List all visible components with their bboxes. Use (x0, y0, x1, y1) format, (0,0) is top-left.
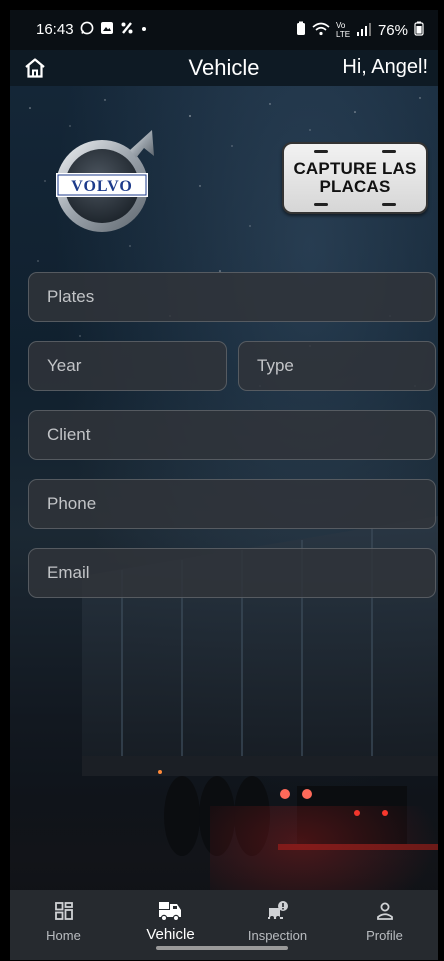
nav-item-profile[interactable]: Profile (331, 890, 438, 960)
gallery-icon (100, 21, 114, 38)
client-field[interactable] (28, 410, 436, 460)
phone-field[interactable] (28, 479, 436, 529)
nav-label-vehicle: Vehicle (146, 926, 195, 943)
status-bar: 16:43 Vo LTE 76% (10, 10, 438, 50)
year-field[interactable] (28, 341, 227, 391)
percent-icon (120, 21, 134, 38)
plate-bolt (382, 150, 396, 153)
nav-item-home[interactable]: Home (10, 890, 117, 960)
capture-plates-label: CAPTURE LAS PLACAS (293, 159, 417, 196)
volvo-logo: VOLVO (56, 130, 154, 232)
nav-label-home: Home (46, 928, 81, 943)
type-input[interactable] (255, 355, 419, 377)
plate-bolt (314, 203, 328, 206)
year-input[interactable] (45, 355, 210, 377)
person-icon (372, 898, 398, 924)
app-bar: Vehicle Hi, Angel! (10, 50, 438, 86)
status-left: 16:43 (36, 21, 148, 38)
battery-percent: 76% (377, 21, 408, 39)
plates-field[interactable] (28, 272, 436, 322)
plates-input[interactable] (45, 286, 419, 308)
wifi-icon (312, 22, 330, 39)
client-input[interactable] (45, 424, 419, 446)
plate-bolt (314, 150, 328, 153)
email-input[interactable] (45, 562, 419, 584)
capture-plates-button[interactable]: CAPTURE LAS PLACAS (282, 142, 428, 214)
dashboard-icon (51, 898, 77, 924)
type-field[interactable] (238, 341, 436, 391)
nav-label-profile: Profile (366, 928, 403, 943)
vehicle-icon (158, 898, 184, 924)
app-screen: 16:43 Vo LTE 76% Vehicle Hi, Angel! VOLV… (10, 10, 438, 960)
signal-icon (356, 22, 372, 39)
volvo-logo-text: VOLVO (71, 178, 133, 195)
dot-icon (140, 21, 148, 38)
battery-saver-icon (296, 21, 306, 39)
whatsapp-icon (80, 21, 94, 38)
phone-input[interactable] (45, 493, 419, 515)
nav-label-inspection: Inspection (247, 928, 308, 943)
gesture-bar[interactable] (156, 946, 288, 950)
volte-icon: Vo LTE (335, 21, 351, 39)
email-field[interactable] (28, 548, 436, 598)
status-right: Vo LTE 76% (296, 21, 424, 39)
inspection-icon (265, 898, 291, 924)
status-time: 16:43 (36, 21, 74, 38)
user-greeting: Hi, Angel! (342, 56, 428, 78)
battery-icon (414, 21, 424, 39)
plate-bolt (382, 203, 396, 206)
